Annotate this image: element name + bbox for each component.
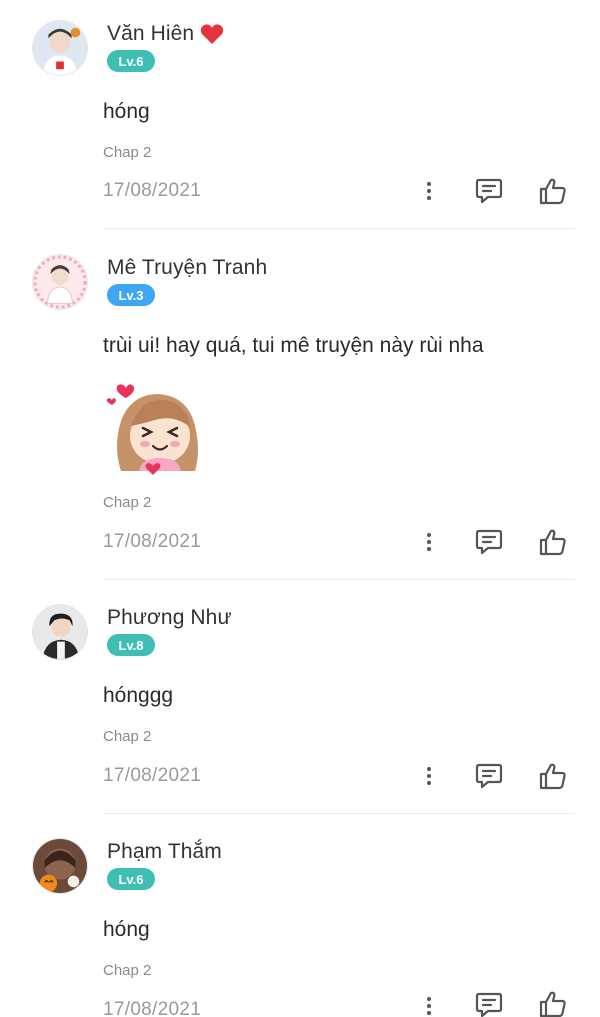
avatar[interactable] [32, 838, 88, 894]
thumbs-up-icon [539, 529, 566, 556]
user-name[interactable]: Phạm Thắm [107, 840, 222, 864]
comment-text: hóng [103, 918, 150, 941]
comment-date: 17/08/2021 [103, 531, 202, 552]
thumbs-up-icon [539, 178, 566, 205]
like-button[interactable] [533, 757, 573, 795]
level-badge: Lv.3 [107, 284, 155, 306]
level-badge: Lv.8 [107, 634, 155, 656]
more-vertical-icon [427, 997, 431, 1015]
user-name-row: Mê Truyện Tranh [107, 256, 267, 280]
user-name-row: Văn Hiên [107, 22, 224, 46]
comment-text: hónggg [103, 684, 174, 707]
like-button[interactable] [533, 523, 573, 561]
user-name[interactable]: Mê Truyện Tranh [107, 256, 267, 280]
thumbs-up-icon [539, 763, 566, 790]
more-vertical-icon [427, 182, 431, 200]
avatar[interactable] [32, 20, 88, 76]
chapter-label[interactable]: Chap 2 [103, 494, 151, 511]
divider [103, 228, 575, 229]
avatar[interactable] [32, 604, 88, 660]
chapter-label[interactable]: Chap 2 [103, 728, 151, 745]
thumbs-up-icon [539, 991, 566, 1017]
reply-button[interactable] [470, 524, 508, 560]
reply-comment-icon [475, 992, 503, 1017]
more-button[interactable] [414, 761, 444, 791]
cute-girl-laughing-sticker [106, 384, 198, 475]
comment-text: hóng [103, 100, 150, 123]
divider [103, 579, 575, 580]
user-name[interactable]: Văn Hiên [107, 22, 194, 46]
more-vertical-icon [427, 533, 431, 551]
like-button[interactable] [533, 172, 573, 210]
comment-text: trùi ui! hay quá, tui mê truyện này rùi … [103, 334, 484, 357]
user-name-row: Phương Như [107, 606, 232, 630]
more-vertical-icon [427, 767, 431, 785]
more-button[interactable] [414, 176, 444, 206]
chapter-label[interactable]: Chap 2 [103, 962, 151, 979]
comment-date: 17/08/2021 [103, 765, 202, 786]
chapter-label[interactable]: Chap 2 [103, 144, 151, 161]
more-button[interactable] [414, 995, 444, 1017]
reply-comment-icon [475, 178, 503, 204]
user-name-row: Phạm Thắm [107, 840, 222, 864]
user-name[interactable]: Phương Như [107, 606, 232, 630]
level-badge: Lv.6 [107, 50, 155, 72]
comment-date: 17/08/2021 [103, 180, 202, 201]
reply-comment-icon [475, 529, 503, 555]
reply-button[interactable] [470, 173, 508, 209]
reply-button[interactable] [470, 758, 508, 794]
heart-icon [201, 24, 224, 44]
like-button[interactable] [533, 991, 573, 1017]
reply-button[interactable] [470, 992, 508, 1017]
level-badge: Lv.6 [107, 868, 155, 890]
divider [103, 813, 575, 814]
comment-date: 17/08/2021 [103, 999, 202, 1017]
more-button[interactable] [414, 527, 444, 557]
avatar[interactable] [32, 254, 88, 310]
reply-comment-icon [475, 763, 503, 789]
